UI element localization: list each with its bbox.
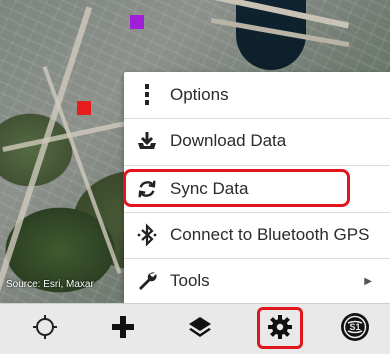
- svg-text:S1: S1: [349, 322, 360, 332]
- settings-button-highlight: [257, 307, 303, 349]
- menu-item-tools[interactable]: Tools ▶: [124, 258, 390, 304]
- gps-status-button[interactable]: S1: [338, 312, 372, 346]
- menu-item-download-data[interactable]: Download Data: [124, 118, 390, 164]
- map-road: [42, 65, 122, 275]
- map-marker-red[interactable]: [77, 101, 91, 115]
- menu-item-label: Tools: [170, 271, 210, 290]
- menu-item-options[interactable]: Options: [124, 72, 390, 118]
- menu-item-label: Download Data: [170, 131, 287, 150]
- crosshair-icon: [31, 313, 59, 346]
- layers-button[interactable]: [183, 312, 217, 346]
- map-road: [0, 6, 93, 294]
- wrench-icon: [134, 268, 160, 294]
- submenu-arrow-icon: ▶: [364, 275, 372, 287]
- menu-item-label: Options: [170, 85, 229, 104]
- menu-item-connect-bluetooth-gps[interactable]: Connect to Bluetooth GPS: [124, 212, 390, 258]
- sync-data-highlight: [123, 169, 350, 207]
- locate-button[interactable]: [28, 312, 62, 346]
- plus-icon: [110, 314, 136, 345]
- map-attribution: Source: Esri, Maxar: [6, 279, 94, 290]
- gps-logo-icon: S1: [339, 311, 371, 348]
- bluetooth-icon: [134, 222, 160, 248]
- bottom-toolbar: S1: [0, 303, 390, 354]
- download-tray-icon: [134, 128, 160, 154]
- map-marker-purple[interactable]: [130, 15, 144, 29]
- menu-item-label: Connect to Bluetooth GPS: [170, 225, 370, 244]
- layers-icon: [187, 314, 213, 345]
- add-button[interactable]: [106, 312, 140, 346]
- vertical-dots-icon: [134, 82, 160, 108]
